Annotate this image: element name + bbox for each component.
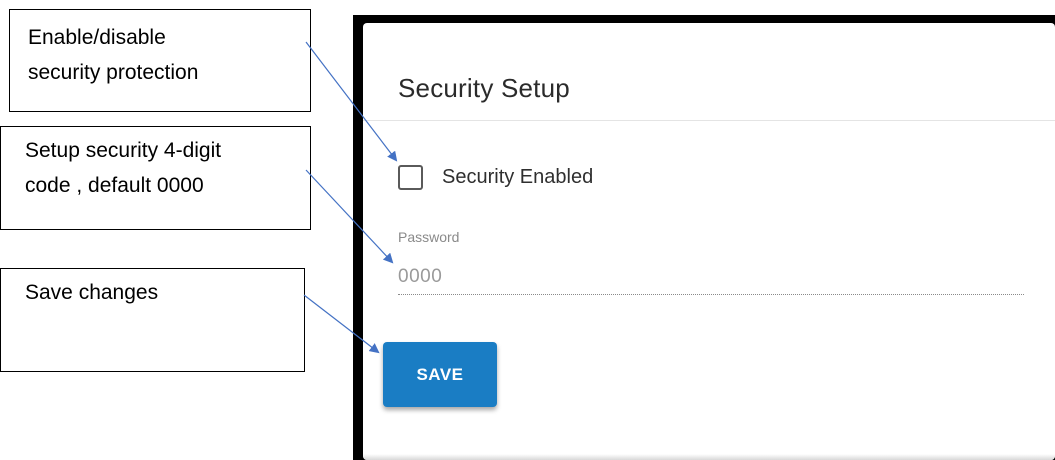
security-enabled-label: Security Enabled <box>442 166 594 188</box>
screenshot-frame: Security Setup Security Enabled Password… <box>353 15 1055 460</box>
callout-code-line-2: code , default 0000 <box>25 174 204 197</box>
callout-security-line-2: security protection <box>28 61 199 84</box>
callout-security-protection: Enable/disable security protection <box>9 9 311 112</box>
save-button[interactable]: SAVE <box>383 342 497 407</box>
password-label: Password <box>398 229 460 245</box>
callout-save-changes: Save changes <box>0 268 305 372</box>
callout-security-code: Setup security 4-digit code , default 00… <box>0 126 311 230</box>
callout-security-line-1: Enable/disable <box>28 26 166 49</box>
callout-code-line-1: Setup security 4-digit <box>25 139 222 162</box>
title-divider <box>363 120 1055 121</box>
card-title: Security Setup <box>398 73 570 103</box>
password-input[interactable] <box>398 259 1024 295</box>
card-bottom-shadow <box>363 454 1055 460</box>
callout-save-line-1: Save changes <box>25 281 159 304</box>
security-enabled-option[interactable]: Security Enabled <box>398 165 593 190</box>
security-setup-card: Security Setup Security Enabled Password… <box>363 23 1055 460</box>
security-enabled-checkbox[interactable] <box>398 165 423 190</box>
